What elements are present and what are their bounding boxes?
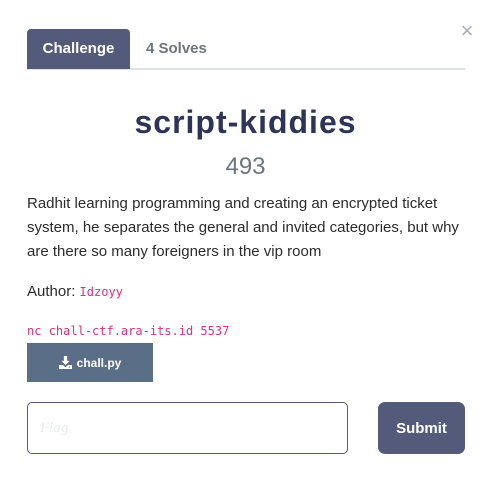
author-name: Idzoyy xyxy=(79,285,123,299)
tab-solves[interactable]: 4 Solves xyxy=(146,29,207,69)
submit-button[interactable]: Submit xyxy=(378,402,465,454)
author-line: Author: Idzoyy xyxy=(27,283,123,300)
download-icon xyxy=(58,356,72,369)
tab-challenge[interactable]: Challenge xyxy=(27,29,130,69)
challenge-name: script-kiddies xyxy=(134,104,357,140)
file-name: chall.py xyxy=(76,355,122,370)
author-label: Author: xyxy=(27,283,76,300)
challenge-tabs: Challenge 4 Solves xyxy=(27,29,465,70)
connection-info: nc chall-ctf.ara-its.id 5537 xyxy=(27,324,230,338)
download-file-button[interactable]: chall.py xyxy=(27,343,153,382)
flag-input[interactable] xyxy=(27,402,348,454)
challenge-value: 493 xyxy=(225,153,266,180)
challenge-description: Radhit learning programming and creating… xyxy=(27,195,459,260)
